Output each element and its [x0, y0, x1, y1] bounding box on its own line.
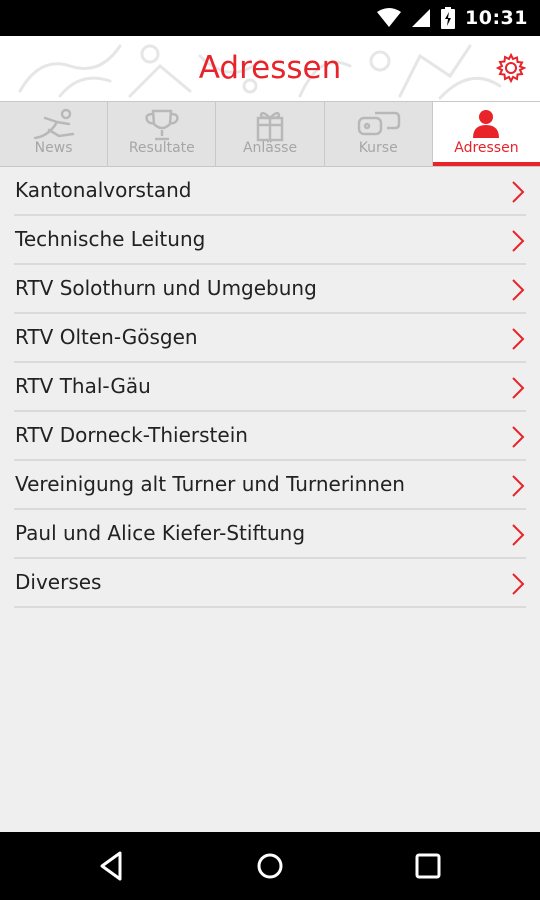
list-item-label: Diverses	[15, 570, 102, 594]
runner-icon	[33, 108, 74, 140]
tab-adressen[interactable]: Adressen	[432, 102, 540, 166]
status-icons: 10:31	[377, 0, 528, 36]
app-header: Adressen	[0, 36, 540, 101]
tab-label: Adressen	[454, 140, 519, 156]
list-item[interactable]: RTV Olten-Gösgen	[14, 314, 526, 363]
list-item[interactable]: Paul und Alice Kiefer-Stiftung	[14, 510, 526, 559]
navigation-bar	[0, 832, 540, 900]
person-icon	[473, 110, 500, 138]
list-item[interactable]: Kantonalvorstand	[14, 167, 526, 216]
chevron-right-icon	[512, 475, 525, 497]
list-item-label: Kantonalvorstand	[15, 178, 192, 202]
status-time: 10:31	[465, 7, 528, 29]
chevron-right-icon	[512, 426, 525, 448]
tab-kurse[interactable]: Kurse	[324, 102, 433, 166]
chevron-right-icon	[512, 573, 525, 595]
chevron-right-icon	[512, 524, 525, 546]
list-item[interactable]: RTV Dorneck-Thierstein	[14, 412, 526, 461]
list-item-label: Technische Leitung	[15, 227, 206, 251]
chevron-right-icon	[512, 230, 525, 252]
list-item[interactable]: Vereinigung alt Turner und Turnerinnen	[14, 461, 526, 510]
status-bar: 10:31	[0, 0, 540, 36]
tab-news[interactable]: News	[0, 102, 109, 166]
recent-apps-icon[interactable]	[408, 849, 448, 883]
list-item-label: RTV Dorneck-Thierstein	[15, 423, 248, 447]
chevron-right-icon	[512, 279, 525, 301]
list-item[interactable]: RTV Thal-Gäu	[14, 363, 526, 412]
list-item[interactable]: Diverses	[14, 559, 526, 608]
list-item-label: RTV Solothurn und Umgebung	[15, 276, 317, 300]
list-item-label: Vereinigung alt Turner und Turnerinnen	[15, 472, 405, 496]
settings-gear-icon[interactable]	[496, 53, 526, 83]
battery-icon	[441, 7, 456, 29]
list-item-label: RTV Thal-Gäu	[15, 374, 151, 398]
chevron-right-icon	[512, 328, 525, 350]
chevron-right-icon	[512, 377, 525, 399]
tab-label: Anlässe	[242, 140, 298, 156]
trophy-icon	[145, 109, 179, 141]
tab-label: News	[34, 140, 73, 156]
page-title: Adressen	[198, 50, 342, 86]
tab-anlaesse[interactable]: Anlässe	[216, 102, 325, 166]
chevron-right-icon	[512, 181, 525, 203]
list-item-label: Paul und Alice Kiefer-Stiftung	[15, 521, 306, 545]
gift-icon	[256, 111, 284, 142]
tab-resultate[interactable]: Resultate	[108, 102, 217, 166]
tab-label: Kurse	[358, 140, 398, 156]
chat-icon	[357, 111, 401, 136]
wifi-icon	[377, 8, 402, 27]
cell-signal-icon	[412, 9, 431, 27]
address-list: Kantonalvorstand Technische Leitung RTV …	[0, 167, 540, 608]
back-icon[interactable]	[92, 849, 132, 883]
list-item[interactable]: RTV Solothurn und Umgebung	[14, 265, 526, 314]
home-icon[interactable]	[250, 849, 290, 883]
tab-label: Resultate	[128, 140, 195, 156]
tab-bar: News Resultate Anlässe Kurse Adressen	[0, 101, 540, 167]
list-item-label: RTV Olten-Gösgen	[15, 325, 198, 349]
list-item[interactable]: Technische Leitung	[14, 216, 526, 265]
